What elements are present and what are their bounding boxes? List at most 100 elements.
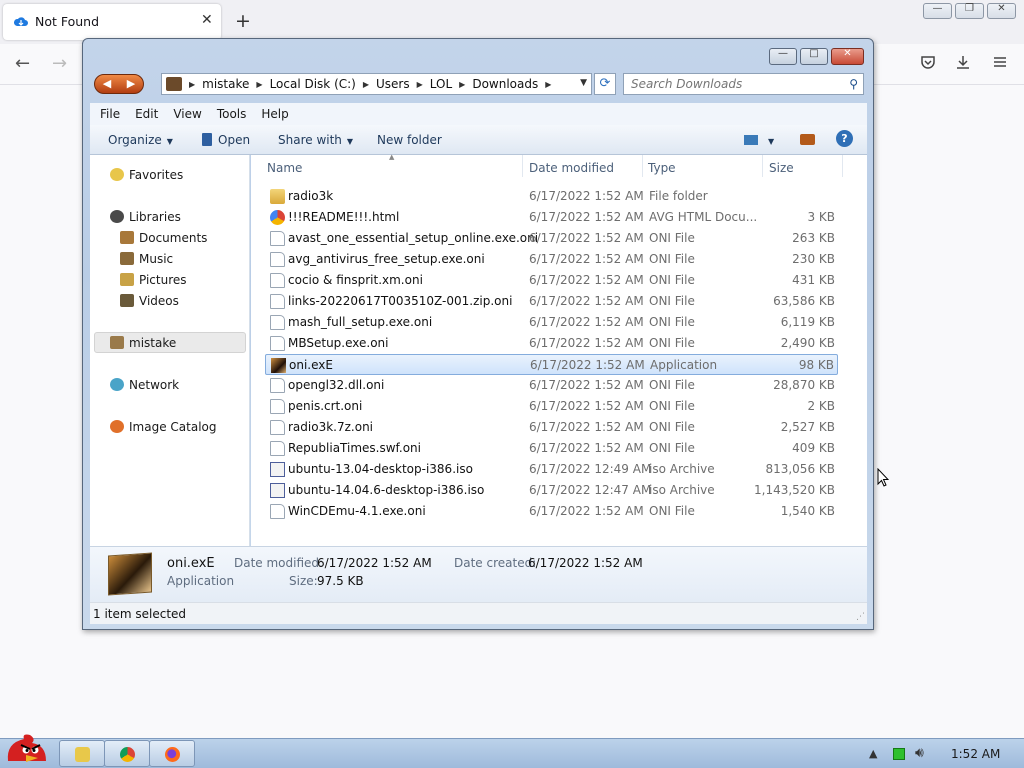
column-header-type[interactable]: Type (648, 161, 676, 175)
nav-documents[interactable]: Documents (120, 231, 207, 245)
file-row[interactable]: RepubliaTimes.swf.oni 6/17/2022 1:52 AM ON… (265, 438, 838, 459)
pictures-icon (120, 273, 134, 286)
file-row[interactable]: links-20220617T003510Z-001.zip.oni 6/17/2… (265, 291, 838, 312)
new-folder-button[interactable]: New folder (377, 133, 442, 147)
file-type: iso Archive (649, 462, 715, 476)
search-input[interactable] (624, 74, 834, 94)
search-box[interactable]: ⚲ (623, 73, 864, 95)
browser-restore-button[interactable]: ❐ (955, 3, 984, 19)
refresh-icon[interactable]: ⟳ (594, 73, 616, 95)
nav-pictures[interactable]: Pictures (120, 273, 187, 287)
nav-image-catalog[interactable]: Image Catalog (110, 420, 216, 434)
column-header-name[interactable]: Name (267, 161, 302, 175)
column-divider[interactable] (762, 155, 763, 177)
file-name: links-20220617T003510Z-001.zip.oni (288, 294, 513, 308)
menu-tools[interactable]: Tools (217, 107, 247, 121)
address-dropdown-icon[interactable]: ▼ (580, 78, 587, 88)
details-file-name: oni.exE (167, 556, 215, 571)
breadcrumb-item[interactable]: Users (376, 77, 410, 91)
explorer-minimize-button[interactable]: — (769, 48, 797, 65)
file-type: File folder (649, 189, 708, 203)
file-row[interactable]: !!!README!!!.html 6/17/2022 1:52 AM AVG HT… (265, 207, 838, 228)
file-size: 2,527 KB (780, 420, 835, 434)
file-name: radio3k.7z.oni (288, 420, 374, 434)
menu-file[interactable]: File (100, 107, 120, 121)
menu-view[interactable]: View (173, 107, 201, 121)
download-icon[interactable] (955, 54, 971, 70)
forward-button[interactable]: ▶ (119, 75, 143, 93)
breadcrumb-separator[interactable]: ▶ (545, 80, 551, 89)
column-header-date[interactable]: Date modified (529, 161, 614, 175)
organize-button[interactable]: Organize ▼ (108, 133, 173, 147)
resize-grip-icon[interactable]: ⋰ (856, 612, 865, 622)
file-date: 6/17/2022 1:52 AM (529, 504, 644, 518)
breadcrumb-item[interactable]: mistake (202, 77, 249, 91)
file-row[interactable]: radio3k.7z.oni 6/17/2022 1:52 AM ONI File 2… (265, 417, 838, 438)
file-row[interactable]: ubuntu-14.04.6-desktop-i386.iso 6/17/2022… (265, 480, 838, 501)
file-row[interactable]: penis.crt.oni 6/17/2022 1:52 AM ONI File 2 … (265, 396, 838, 417)
file-row[interactable]: opengl32.dll.oni 6/17/2022 1:52 AM ONI Fil… (265, 375, 838, 396)
nav-libraries[interactable]: Libraries (110, 210, 181, 224)
file-row[interactable]: avg_antivirus_free_setup.exe.oni 6/17/202… (265, 249, 838, 270)
address-bar[interactable]: ▶ mistake ▶ Local Disk (C:) ▶ Users ▶ LOL ▶ Down… (161, 73, 592, 95)
share-with-button[interactable]: Share with ▼ (278, 133, 353, 147)
back-button[interactable]: ◀ (95, 75, 119, 93)
column-divider[interactable] (522, 155, 523, 177)
file-name: !!!README!!!.html (288, 210, 400, 224)
menu-icon[interactable] (992, 54, 1008, 70)
nav-music[interactable]: Music (120, 252, 173, 266)
file-type: Application (650, 358, 718, 372)
breadcrumb-separator[interactable]: ▶ (459, 80, 465, 89)
taskbar-explorer-button[interactable] (59, 740, 105, 767)
breadcrumb-separator[interactable]: ▶ (363, 80, 369, 89)
angry-bird-start-icon[interactable] (2, 731, 50, 768)
breadcrumb-item[interactable]: LOL (430, 77, 452, 91)
file-row[interactable]: avast_one_essential_setup_online.exe.oni… (265, 228, 838, 249)
taskbar-firefox-button[interactable] (149, 740, 195, 767)
nav-network[interactable]: Network (110, 378, 179, 392)
crumb-separator[interactable]: ▶ (189, 80, 195, 89)
file-row[interactable]: ubuntu-13.04-desktop-i386.iso 6/17/2022 1… (265, 459, 838, 480)
breadcrumb-item[interactable]: Downloads (472, 77, 538, 91)
help-icon[interactable]: ? (836, 130, 853, 147)
file-row[interactable]: radio3k 6/17/2022 1:52 AM File folder (265, 186, 838, 207)
file-row[interactable]: WinCDEmu-4.1.exe.oni 6/17/2022 1:52 AM ONI… (265, 501, 838, 522)
column-divider[interactable] (842, 155, 843, 177)
explorer-maximize-button[interactable]: □ (800, 48, 828, 65)
column-header-size[interactable]: Size (769, 161, 794, 175)
breadcrumb-separator[interactable]: ▶ (256, 80, 262, 89)
pocket-icon[interactable] (920, 54, 936, 70)
search-icon[interactable]: ⚲ (849, 77, 858, 91)
browser-close-button[interactable]: ✕ (987, 3, 1016, 19)
view-options-button[interactable]: ▼ (744, 133, 774, 147)
browser-tab[interactable]: Not Found ✕ (3, 4, 221, 40)
file-row[interactable]: cocio & finsprit.xm.oni 6/17/2022 1:52 AM… (265, 270, 838, 291)
forward-arrow-icon[interactable]: → (52, 53, 67, 74)
file-row[interactable]: mash_full_setup.exe.oni 6/17/2022 1:52 AM… (265, 312, 838, 333)
back-arrow-icon[interactable]: ← (15, 53, 30, 74)
nav-videos[interactable]: Videos (120, 294, 179, 308)
details-modified-label: Date modified: (234, 556, 324, 570)
new-tab-button[interactable]: + (235, 9, 251, 33)
nav-homegroup[interactable]: mistake (110, 336, 176, 350)
taskbar-chrome-button[interactable] (104, 740, 150, 767)
file-row[interactable]: oni.exE 6/17/2022 1:52 AM Application 98 KB (265, 354, 838, 375)
nav-favorites[interactable]: Favorites (110, 168, 183, 182)
file-row[interactable]: MBSetup.exe.oni 6/17/2022 1:52 AM ONI File… (265, 333, 838, 354)
preview-pane-icon[interactable] (800, 133, 815, 147)
explorer-close-button[interactable]: ✕ (831, 48, 864, 65)
open-button[interactable]: Open (202, 133, 250, 147)
network-status-icon[interactable] (893, 748, 905, 760)
breadcrumb-separator[interactable]: ▶ (417, 80, 423, 89)
volume-icon[interactable]: 🔊︎ (915, 745, 924, 761)
column-divider[interactable] (642, 155, 643, 177)
documents-icon (120, 231, 134, 244)
file-name: cocio & finsprit.xm.oni (288, 273, 423, 287)
tab-close-icon[interactable]: ✕ (201, 12, 213, 28)
menu-edit[interactable]: Edit (135, 107, 158, 121)
menu-help[interactable]: Help (261, 107, 288, 121)
clock[interactable]: 1:52 AM (951, 747, 1000, 761)
breadcrumb-item[interactable]: Local Disk (C:) (270, 77, 356, 91)
browser-minimize-button[interactable]: — (923, 3, 952, 19)
tray-expand-icon[interactable]: ▲ (869, 747, 877, 760)
